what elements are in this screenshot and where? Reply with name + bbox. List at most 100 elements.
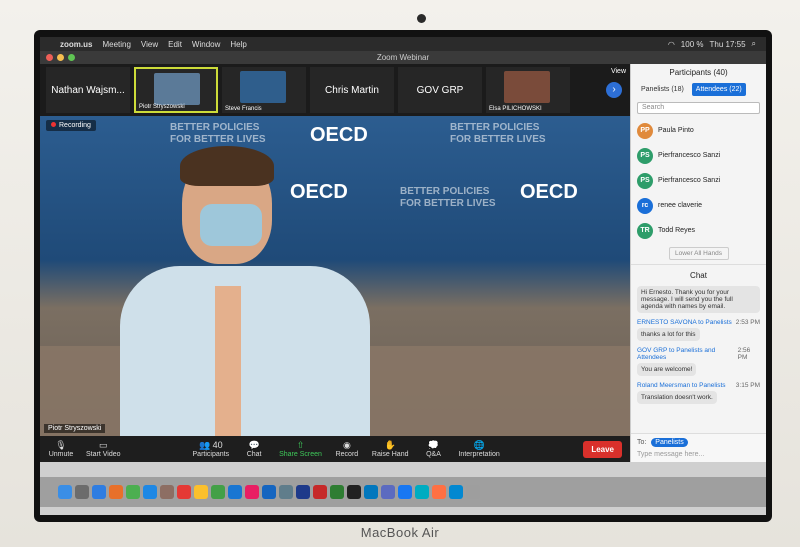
next-page-icon[interactable]: › (606, 82, 622, 98)
participant-video (504, 71, 550, 103)
battery-label[interactable]: 100 % (681, 40, 704, 49)
skype2-icon[interactable] (449, 485, 463, 499)
participants-label: Participants (192, 451, 230, 458)
chat-message: You are welcome! (637, 363, 697, 376)
excel-icon[interactable] (330, 485, 344, 499)
start-video-label: Start Video (86, 451, 121, 458)
window-titlebar: Zoom Webinar (40, 51, 766, 64)
avatar: PS (637, 147, 653, 164)
raise-hand-label: Raise Hand (371, 451, 409, 458)
list-item[interactable]: TR Todd Reyes (637, 218, 760, 243)
to-label: To: (637, 439, 647, 446)
meeting-toolbar: 🎙 Unmute ▭ Start Video 👥 40 Participants 💬 C… (40, 436, 630, 462)
list-item[interactable]: rc renee claverie (637, 193, 760, 218)
speaker-hair (180, 146, 274, 186)
mac-menubar: zoom.us Meeting View Edit Window Help ◠ … (40, 37, 766, 51)
interpretation-label: Interpretation (458, 451, 500, 458)
chat-time: 2:56 PM (737, 347, 751, 361)
list-item[interactable]: PS Pierfrancesco Sanzi (637, 168, 760, 193)
search-icon[interactable]: ⌕ (752, 39, 756, 49)
unmute-button[interactable]: 🎙 Unmute (48, 440, 74, 458)
settings-icon[interactable] (279, 485, 293, 499)
share-screen-button[interactable]: ⇧ Share Screen (279, 440, 322, 458)
participants-button[interactable]: 👥 40 Participants (193, 440, 230, 458)
music-icon[interactable] (245, 485, 259, 499)
menu-app[interactable]: zoom.us (60, 40, 92, 49)
powerpoint-icon[interactable] (313, 485, 327, 499)
bg-text: BETTER POLICIES (450, 122, 540, 133)
clock[interactable]: Thu 17:55 (709, 40, 745, 49)
lower-all-hands-button[interactable]: Lower All Hands (668, 247, 729, 260)
trash-icon[interactable] (466, 485, 480, 499)
zoom-icon[interactable] (364, 485, 378, 499)
skype-icon[interactable] (143, 485, 157, 499)
notes-icon[interactable] (194, 485, 208, 499)
keynote-icon[interactable] (228, 485, 242, 499)
start-video-button[interactable]: ▭ Start Video (86, 440, 121, 458)
facebook-icon[interactable] (398, 485, 412, 499)
telegram-icon[interactable] (415, 485, 429, 499)
raise-hand-button[interactable]: ✋ Raise Hand (372, 440, 409, 458)
chat-time: 3:15 PM (735, 382, 760, 389)
participants-count: 40 (212, 440, 223, 450)
participant-search-input[interactable]: Search (637, 102, 760, 114)
message-input[interactable]: Type message here... (637, 451, 761, 458)
bg-text: FOR BETTER LIVES (400, 198, 496, 209)
record-button[interactable]: ◉ Record (334, 440, 360, 458)
unmute-label: Unmute (48, 451, 74, 458)
menu-edit[interactable]: Edit (168, 40, 182, 49)
participant-name: Paula Pinto (658, 127, 694, 134)
safari-icon[interactable] (92, 485, 106, 499)
qa-icon: 💭 (427, 440, 440, 450)
recording-label: Recording (59, 122, 91, 129)
minimize-icon[interactable] (57, 54, 64, 61)
chat-button[interactable]: 💬 Chat (241, 440, 267, 458)
chrome-icon[interactable] (126, 485, 140, 499)
appstore-icon[interactable] (262, 485, 276, 499)
menu-help[interactable]: Help (230, 40, 246, 49)
bg-logo: OECD (310, 124, 368, 146)
app-icon[interactable] (160, 485, 174, 499)
thumb-tile[interactable]: Elsa PILICHOWSKI (486, 67, 570, 113)
chat-sender: Roland Meersman to Panelists (637, 382, 726, 389)
lightroom-icon[interactable] (347, 485, 361, 499)
menu-meeting[interactable]: Meeting (102, 40, 130, 49)
word-icon[interactable] (296, 485, 310, 499)
speaker-tie (215, 286, 241, 436)
view-button[interactable]: View (611, 68, 626, 75)
list-item[interactable]: PS Pierfrancesco Sanzi (637, 143, 760, 168)
menu-view[interactable]: View (141, 40, 158, 49)
thumb-name: Chris Martin (325, 84, 379, 96)
launchpad-icon[interactable] (75, 485, 89, 499)
thumb-tile[interactable]: Nathan Wajsm... (46, 67, 130, 113)
thumb-name: Steve Francis (225, 106, 262, 112)
teams-icon[interactable] (381, 485, 395, 499)
thumb-tile[interactable]: Chris Martin (310, 67, 394, 113)
thumb-name: Nathan Wajsm... (51, 84, 125, 96)
tab-attendees[interactable]: Attendees (22) (691, 83, 746, 96)
thumb-name: Elsa PILICHOWSKI (489, 106, 542, 112)
app-icon[interactable] (432, 485, 446, 499)
leave-button[interactable]: Leave (583, 440, 622, 458)
recording-badge: Recording (46, 120, 96, 131)
thumb-tile[interactable]: GOV GRP (398, 67, 482, 113)
numbers-icon[interactable] (211, 485, 225, 499)
calendar-icon[interactable] (177, 485, 191, 499)
menu-window[interactable]: Window (192, 40, 220, 49)
thumb-tile[interactable]: Piotr Stryszowski (134, 67, 218, 113)
list-item[interactable]: PP Paula Pinto (637, 118, 760, 143)
recipient-select[interactable]: Panelists (651, 438, 688, 447)
firefox-icon[interactable] (109, 485, 123, 499)
close-icon[interactable] (46, 54, 53, 61)
bg-text: FOR BETTER LIVES (170, 134, 266, 145)
wifi-icon[interactable]: ◠ (668, 40, 675, 49)
participant-list: PP Paula Pinto PS Pierfrancesco Sanzi PS… (631, 118, 766, 243)
globe-icon: 🌐 (473, 440, 485, 450)
zoom-window-icon[interactable] (68, 54, 75, 61)
thumb-name: GOV GRP (416, 84, 464, 96)
finder-icon[interactable] (58, 485, 72, 499)
qa-button[interactable]: 💭 Q&A (420, 440, 446, 458)
tab-panelists[interactable]: Panelists (18) (637, 83, 688, 96)
interpretation-button[interactable]: 🌐 Interpretation (458, 440, 499, 458)
thumb-tile[interactable]: Steve Francis (222, 67, 306, 113)
